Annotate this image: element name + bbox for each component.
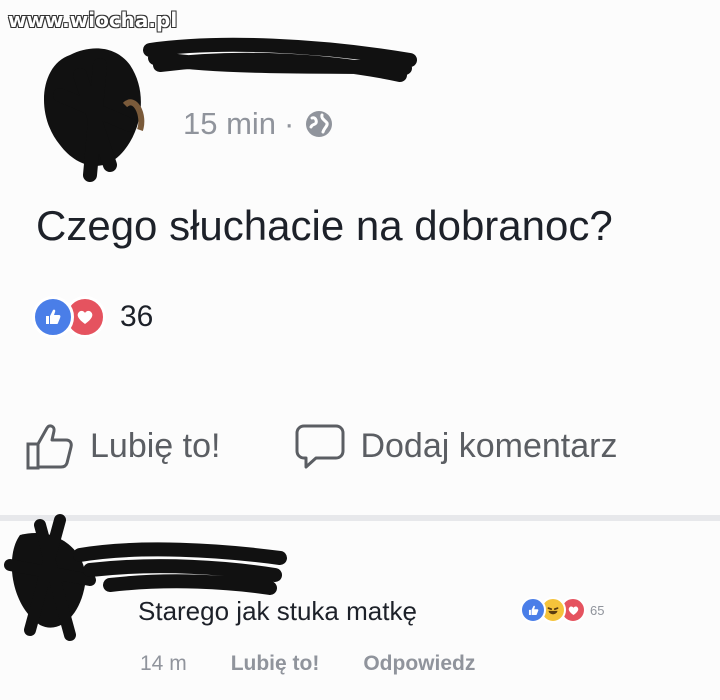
comment-meta: 14 m Lubię to! Odpowiedz: [140, 652, 519, 676]
globe-icon[interactable]: [304, 109, 334, 139]
post-text: Czego słuchacie na dobranoc?: [36, 202, 613, 249]
post-meta: 15 min ·: [183, 106, 334, 142]
reaction-count: 36: [120, 300, 154, 333]
comment-reaction-count: 65: [590, 602, 605, 618]
like-button-label: Lubię to!: [90, 426, 221, 465]
comment-reply-link[interactable]: Odpowiedz: [363, 652, 475, 676]
comment-time[interactable]: 14 m: [140, 652, 187, 676]
redacted-name: [143, 37, 417, 82]
watermark: www.wiocha.pl: [8, 8, 178, 32]
comment-like-link[interactable]: Lubię to!: [231, 652, 320, 676]
like-button[interactable]: Lubię to!: [24, 420, 220, 472]
comment-button-label: Dodaj komentarz: [360, 426, 618, 465]
post-actions: Lubię to! Dodaj komentarz: [24, 420, 617, 472]
post-reactions[interactable]: 36: [32, 296, 153, 338]
post-time[interactable]: 15 min: [183, 106, 276, 142]
thumbs-up-icon: [26, 424, 73, 470]
comment-reactions[interactable]: 65: [520, 597, 604, 623]
like-reaction-icon: [520, 597, 546, 623]
comment-button[interactable]: Dodaj komentarz: [294, 420, 617, 472]
meta-separator: ·: [284, 106, 295, 141]
comment-text: Starego jak stuka matkę: [138, 596, 417, 626]
speech-bubble-icon: [295, 424, 345, 469]
redacted-commenter-name: [73, 542, 287, 595]
like-reaction-icon: [32, 296, 74, 338]
